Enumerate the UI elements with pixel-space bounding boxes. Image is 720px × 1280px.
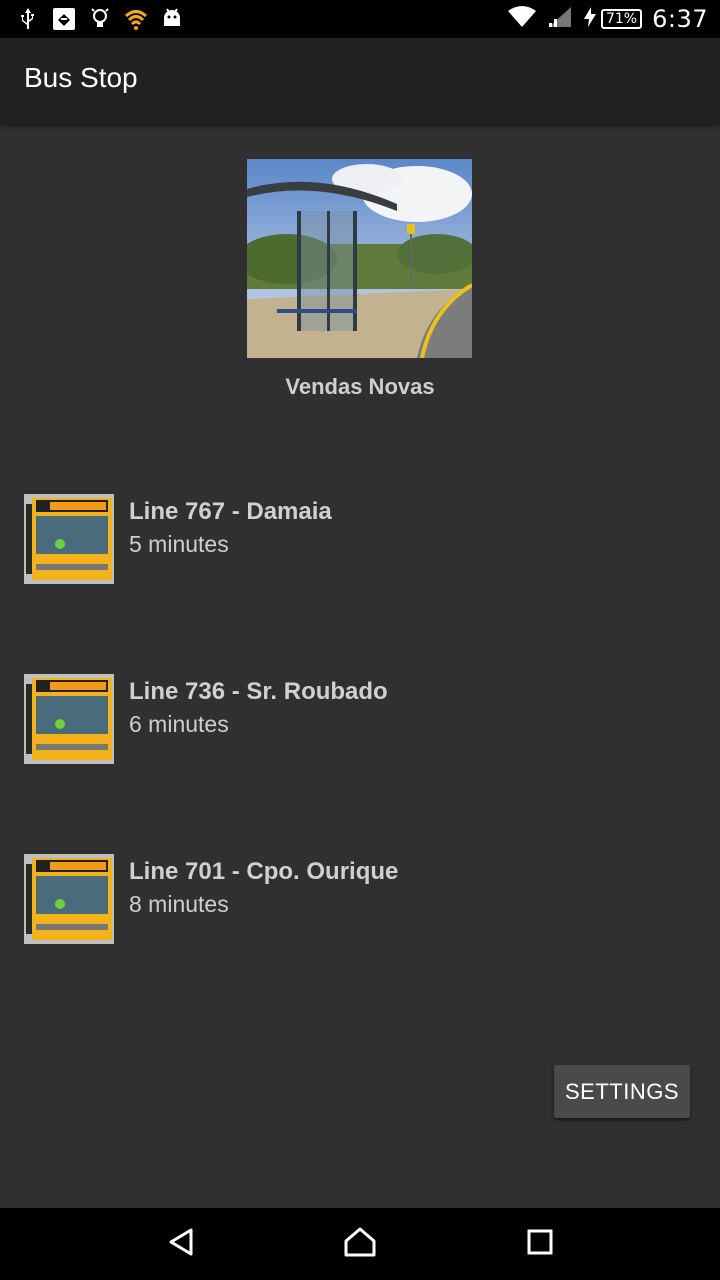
usb-icon xyxy=(16,6,40,32)
android-icon xyxy=(160,6,184,32)
charging-icon xyxy=(583,6,597,33)
list-item[interactable]: Line 767 - Damaia 5 minutes xyxy=(24,494,696,584)
app-notification-icon xyxy=(52,6,76,32)
stop-name: Vendas Novas xyxy=(285,374,435,399)
list-item[interactable]: Line 736 - Sr. Roubado 6 minutes xyxy=(24,674,696,764)
list-item[interactable]: Line 701 - Cpo. Ourique 8 minutes xyxy=(24,854,696,944)
bus-line-title: Line 736 - Sr. Roubado xyxy=(129,678,388,705)
signal-icon xyxy=(547,5,573,34)
recents-icon xyxy=(526,1228,554,1261)
wifi-notification-icon xyxy=(124,6,148,32)
battery-percent: 71% xyxy=(600,9,643,29)
bus-line-title: Line 767 - Damaia xyxy=(129,498,332,525)
back-button[interactable] xyxy=(151,1222,211,1266)
back-icon xyxy=(167,1227,195,1262)
bus-line-title: Line 701 - Cpo. Ourique xyxy=(129,858,399,885)
navigation-bar xyxy=(0,1208,720,1280)
bulb-icon xyxy=(88,6,112,32)
wifi-icon xyxy=(507,5,537,34)
home-button[interactable] xyxy=(330,1222,390,1266)
bus-eta: 8 minutes xyxy=(129,891,229,917)
bus-eta: 5 minutes xyxy=(129,531,229,557)
bus-eta: 6 minutes xyxy=(129,711,229,737)
bus-stop-photo xyxy=(247,159,472,358)
bus-thumbnail xyxy=(24,494,114,584)
bus-thumbnail xyxy=(24,674,114,764)
status-time: 6:37 xyxy=(652,5,708,33)
status-bar: 71% 6:37 xyxy=(0,0,720,38)
settings-button[interactable]: SETTINGS xyxy=(554,1065,690,1118)
app-title: Bus Stop xyxy=(24,62,138,93)
bus-thumbnail xyxy=(24,854,114,944)
app-bar: Bus Stop xyxy=(0,38,720,124)
home-icon xyxy=(343,1226,377,1263)
recents-button[interactable] xyxy=(510,1222,570,1266)
